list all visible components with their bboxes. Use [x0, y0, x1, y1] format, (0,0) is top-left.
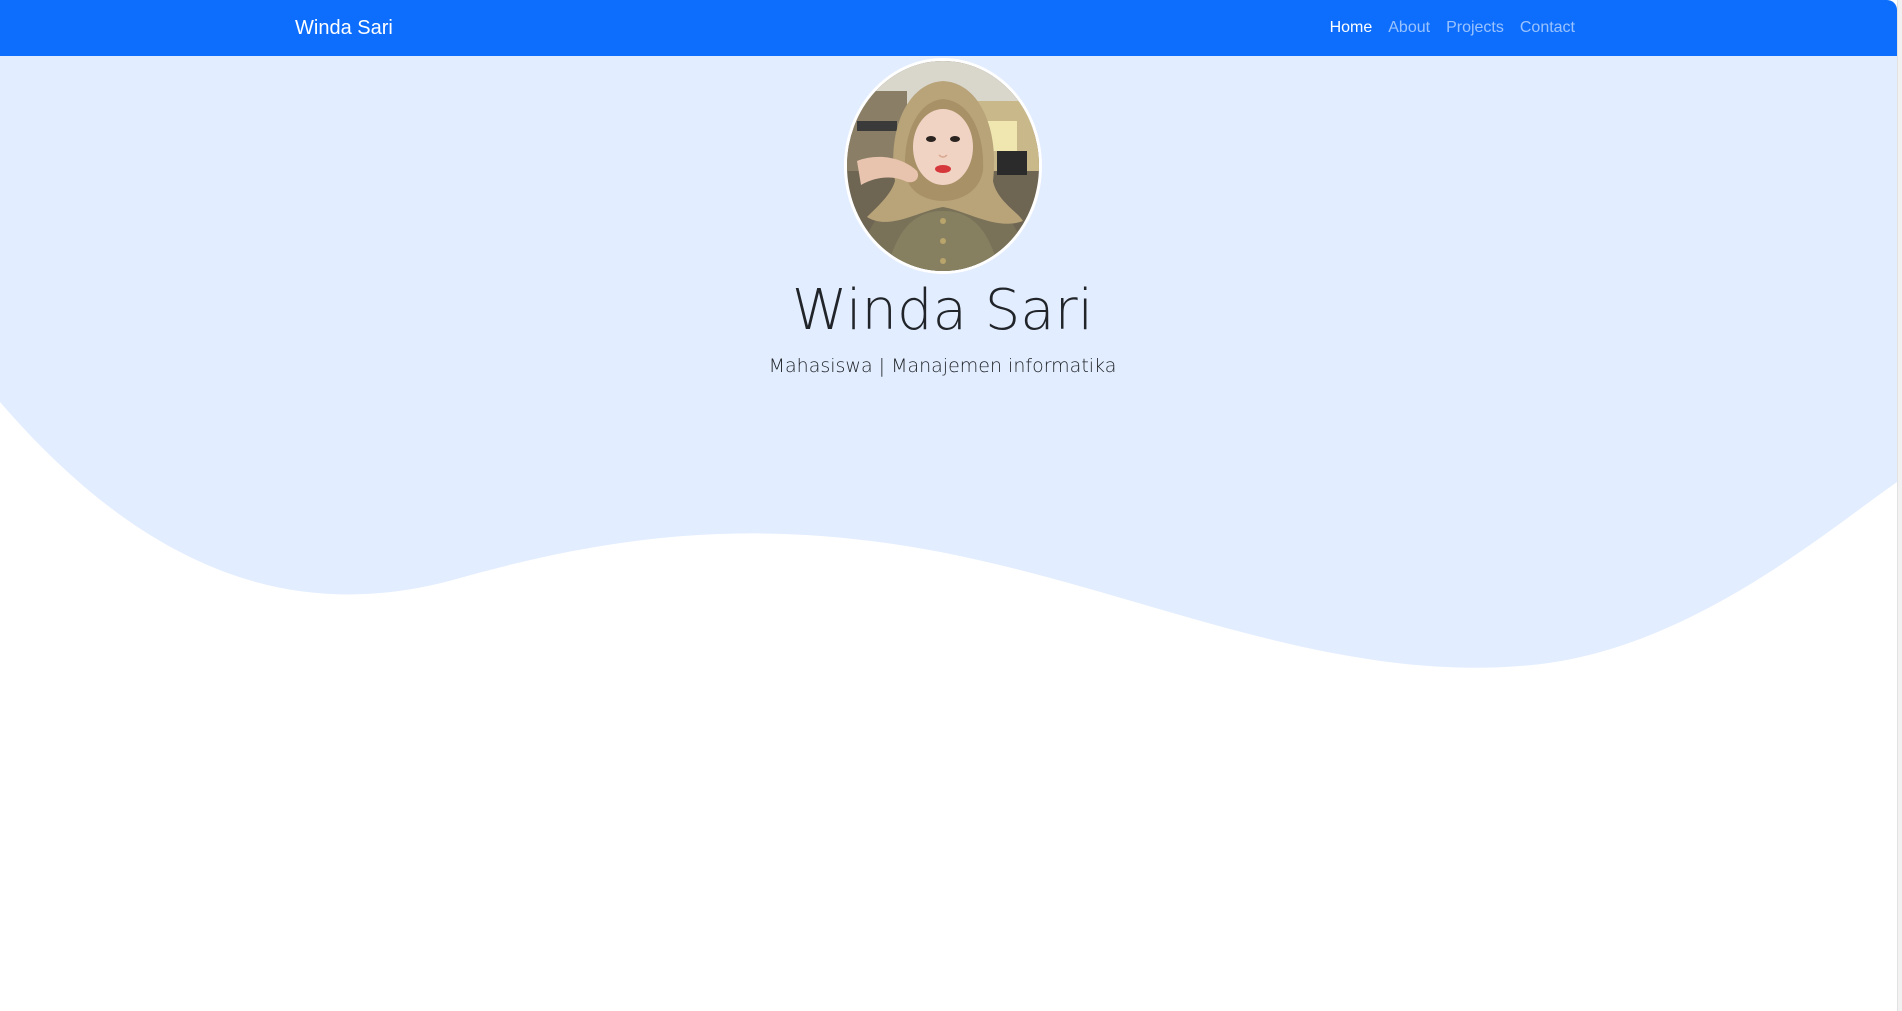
nav-menu: Home About Projects Contact — [1322, 17, 1583, 39]
nav-item-home: Home — [1322, 17, 1381, 39]
nav-item-about: About — [1380, 17, 1438, 39]
page: Winda Sari Home About Projects Contact W… — [0, 0, 1902, 1011]
profile-photo-illustration — [847, 61, 1039, 271]
nav-link-projects[interactable]: Projects — [1438, 17, 1512, 39]
nav-link-contact[interactable]: Contact — [1512, 17, 1583, 39]
nav-item-projects: Projects — [1438, 17, 1512, 39]
window-right-edge — [1897, 0, 1902, 1011]
hero-title: Winda Sari — [791, 278, 1094, 343]
hero-subtitle: Mahasiswa | Manajemen informatika — [768, 355, 1117, 377]
top-navbar: Winda Sari Home About Projects Contact — [0, 0, 1897, 56]
navbar-brand[interactable]: Winda Sari — [295, 15, 393, 41]
nav-link-about[interactable]: About — [1380, 17, 1438, 39]
profile-photo — [847, 61, 1039, 271]
browser-viewport: Winda Sari Home About Projects Contact W… — [0, 0, 1897, 1011]
profile-avatar-frame — [844, 58, 1042, 274]
nav-item-contact: Contact — [1512, 17, 1583, 39]
nav-link-home[interactable]: Home — [1322, 17, 1381, 39]
